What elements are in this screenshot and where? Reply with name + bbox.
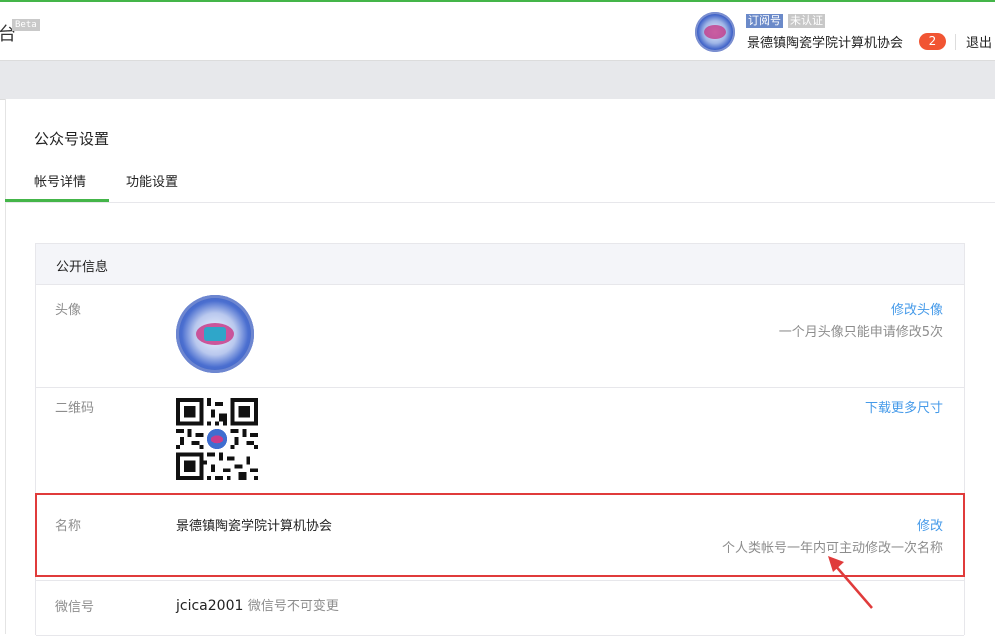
logo-mark-center — [204, 327, 226, 341]
notification-badge[interactable]: 2 — [919, 33, 946, 50]
wechat-id-value: jcica2001 — [176, 598, 244, 614]
card-heading: 公开信息 — [56, 260, 109, 275]
unverified-tag[interactable]: 未认证 — [788, 14, 825, 28]
active-tab-underline — [5, 199, 109, 202]
avatar-change-tip: 一个月头像只能申请修改5次 — [778, 325, 943, 340]
beta-badge: Beta — [12, 19, 40, 31]
tab-account-details[interactable]: 帐号详情 — [34, 171, 86, 190]
qrcode-image — [176, 398, 258, 480]
change-avatar-link[interactable]: 修改头像 — [891, 299, 943, 318]
account-logo-image — [176, 295, 254, 373]
account-name[interactable]: 景德镇陶瓷学院计算机协会 — [747, 32, 903, 51]
card-header: 公开信息 — [36, 244, 964, 285]
wechat-id-note: 微信号不可变更 — [247, 599, 339, 614]
download-more-sizes-link[interactable]: 下载更多尺寸 — [865, 397, 943, 416]
tab-function-settings[interactable]: 功能设置 — [126, 171, 178, 190]
avatar-label: 头像 — [55, 303, 82, 318]
logout-link[interactable]: 退出 — [966, 32, 992, 51]
wechat-id-label: 微信号 — [55, 600, 95, 615]
header-divider — [955, 34, 956, 50]
nav-band — [0, 60, 995, 100]
tab-bar: 帐号详情 功能设置 — [5, 162, 995, 203]
qrcode-label: 二维码 — [55, 401, 95, 416]
account-avatar[interactable] — [695, 12, 735, 52]
wechat-id-value-group: jcica2001 微信号不可变更 — [176, 595, 339, 614]
avatar-row: 头像 修改头像 一个月头像只能申请修改5次 — [36, 285, 964, 388]
qrcode-row: 二维码 下载更多尺寸 — [36, 387, 964, 494]
subscription-tag: 订阅号 — [746, 14, 783, 28]
annotation-arrow-icon — [828, 556, 873, 609]
page-title: 公众号设置 — [34, 130, 110, 148]
top-header: 台 Beta 订阅号 未认证 景德镇陶瓷学院计算机协会 2 退出 — [0, 2, 995, 60]
